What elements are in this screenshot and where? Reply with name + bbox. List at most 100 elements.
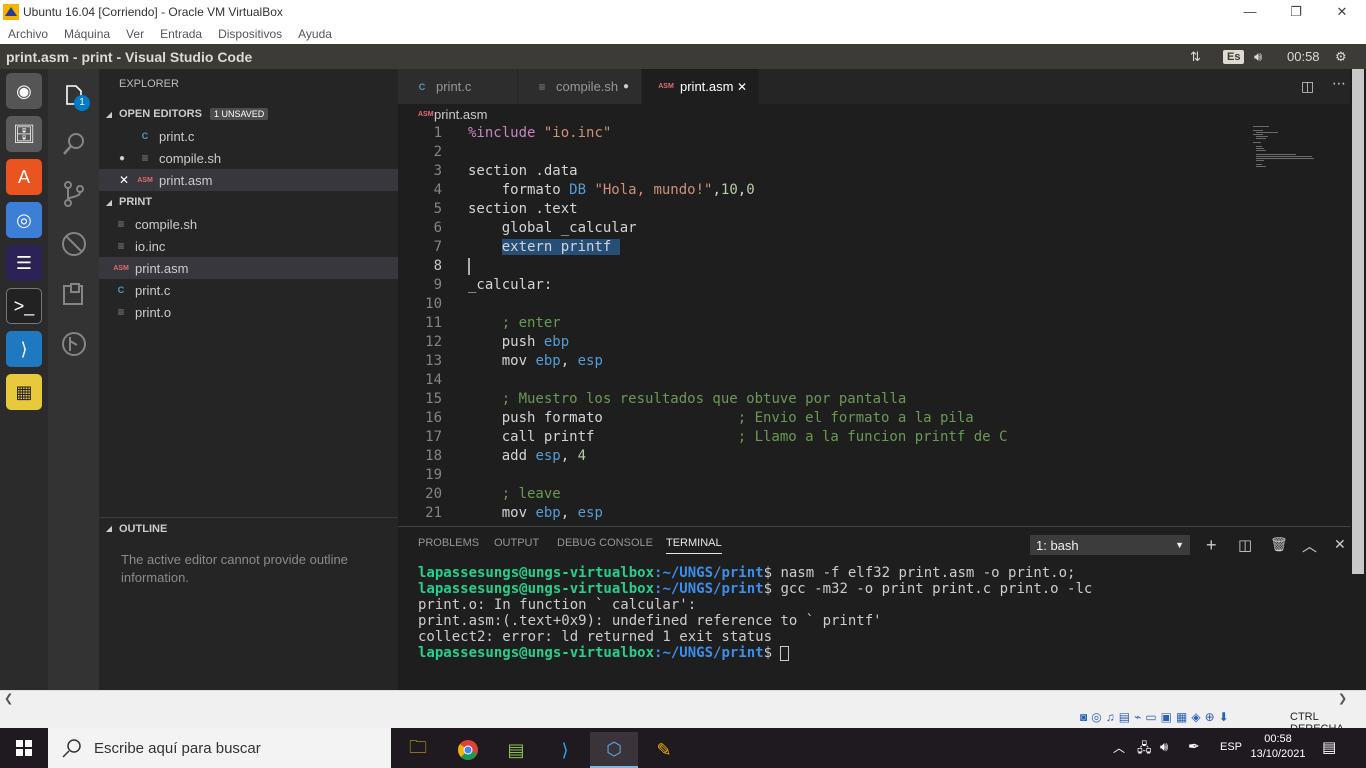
paint-icon[interactable]: ✎: [640, 732, 688, 768]
debug-icon[interactable]: [48, 219, 99, 269]
file-label: print.o: [135, 304, 172, 320]
cpu-icon[interactable]: ◈: [1191, 710, 1200, 724]
breadcrumb[interactable]: ASM print.asm: [398, 104, 1350, 124]
maximize-panel-icon[interactable]: ︿: [1302, 535, 1317, 556]
gear-icon[interactable]: ⚙: [1335, 44, 1347, 69]
notifications-icon[interactable]: ▤: [1322, 738, 1336, 756]
scroll-left-icon[interactable]: ❮: [4, 692, 13, 705]
open-editors-section[interactable]: ◢ OPEN EDITORS 1 UNSAVED: [99, 103, 398, 125]
search-icon[interactable]: [48, 119, 99, 169]
keyboard-capture-icon[interactable]: ⬇: [1219, 710, 1229, 724]
file-item[interactable]: ≡ compile.sh: [99, 213, 398, 235]
terminal-line: lapassesungs@ungs-virtualbox:~/UNGS/prin…: [418, 565, 1092, 581]
unsaved-dot-icon[interactable]: ●: [119, 153, 137, 164]
volume-icon[interactable]: 🔊︎: [1254, 44, 1262, 69]
trash-icon[interactable]: 🗑︎: [1270, 536, 1288, 553]
taskbar-search[interactable]: Escribe aquí para buscar: [48, 728, 391, 768]
volume-tray-icon[interactable]: 🔊︎: [1160, 739, 1168, 755]
recording-icon[interactable]: ▦: [1176, 710, 1187, 724]
start-button[interactable]: [0, 728, 48, 768]
chromium-icon[interactable]: ◎: [6, 202, 42, 238]
chart-app-icon[interactable]: ▤: [492, 732, 540, 768]
source-control-icon[interactable]: [48, 169, 99, 219]
file-explorer-icon[interactable]: 🗀︎: [394, 732, 442, 768]
display-icon[interactable]: ▣: [1161, 710, 1172, 724]
terminal-output[interactable]: lapassesungs@ungs-virtualbox:~/UNGS/prin…: [418, 565, 1092, 661]
audio-icon[interactable]: ♫: [1106, 710, 1115, 724]
split-editor-icon[interactable]: ◫: [1301, 78, 1314, 95]
menu-ver[interactable]: Ver: [126, 27, 144, 41]
mouse-integration-icon[interactable]: ⊕: [1205, 710, 1215, 724]
close-icon[interactable]: ✕: [737, 80, 747, 94]
tab-compile-sh[interactable]: ≡ compile.sh ●: [518, 69, 642, 104]
chevron-down-icon: ◢: [105, 197, 113, 207]
code-line: _calcular:: [468, 277, 553, 293]
git-history-icon[interactable]: [48, 319, 99, 369]
network-tray-icon[interactable]: 🖧︎: [1137, 739, 1152, 761]
outline-section[interactable]: ◢ OUTLINE: [99, 517, 398, 539]
more-actions-icon[interactable]: ⋯: [1332, 75, 1346, 92]
shell-file-icon: ≡: [117, 217, 125, 231]
pen-icon[interactable]: ✒: [1188, 738, 1200, 755]
open-editor-item[interactable]: ✕ ASM print.asm: [99, 169, 398, 191]
close-icon[interactable]: ✕: [119, 173, 137, 187]
software-center-icon[interactable]: A: [6, 159, 42, 195]
menu-archivo[interactable]: Archivo: [8, 27, 48, 41]
workspace-icon[interactable]: ▦: [6, 374, 42, 410]
maximize-button[interactable]: ❐: [1273, 0, 1319, 23]
tab-debug-console[interactable]: DEBUG CONSOLE: [557, 537, 653, 549]
close-panel-icon[interactable]: ✕: [1334, 536, 1346, 553]
language-indicator[interactable]: ESP: [1220, 741, 1242, 753]
vscode-icon[interactable]: ⟩: [6, 331, 42, 367]
menu-ayuda[interactable]: Ayuda: [298, 27, 332, 41]
ubuntu-launcher: ◉ 🗄︎ A ◎ ☰ >_ ⟩ ▦: [0, 69, 48, 690]
scroll-right-icon[interactable]: ❯: [1338, 692, 1347, 705]
scrollbar-thumb[interactable]: [1352, 69, 1364, 574]
device-indicators[interactable]: ◙ ◎ ♫ ▤ ⌁ ▭ ▣ ▦ ◈ ⊕ ⬇: [1080, 710, 1229, 724]
optical-drive-icon[interactable]: ◎: [1091, 710, 1101, 724]
chrome-icon[interactable]: [444, 732, 492, 768]
tab-problems[interactable]: PROBLEMS: [418, 537, 479, 549]
menu-entrada[interactable]: Entrada: [160, 27, 202, 41]
terminal-icon[interactable]: >_: [6, 288, 42, 324]
usb-icon[interactable]: ⌁: [1134, 710, 1141, 724]
explorer-icon[interactable]: 1: [48, 69, 99, 119]
tab-print-asm[interactable]: ASM print.asm ✕: [642, 69, 760, 104]
extensions-icon[interactable]: [48, 269, 99, 319]
close-button[interactable]: ✕: [1319, 0, 1365, 23]
shared-folder-icon[interactable]: ▭: [1145, 710, 1156, 724]
network-icon[interactable]: ▤: [1119, 710, 1130, 724]
open-editor-item[interactable]: C print.c: [99, 125, 398, 147]
network-sort-icon[interactable]: ⇅: [1190, 44, 1201, 69]
tab-terminal[interactable]: TERMINAL: [666, 537, 722, 554]
file-item[interactable]: ASM print.asm: [99, 257, 398, 279]
show-hidden-icons[interactable]: ︿: [1113, 739, 1125, 756]
new-terminal-icon[interactable]: +: [1206, 535, 1217, 556]
file-item[interactable]: C print.c: [99, 279, 398, 301]
code-editor[interactable]: 1 2 3 4 5 6 7 8 9 10 11 12 13 14 15 16 1…: [398, 124, 1248, 526]
split-terminal-icon[interactable]: ◫: [1238, 536, 1252, 554]
taskbar-clock[interactable]: 00:58 13/10/2021: [1250, 732, 1306, 762]
dash-icon[interactable]: ◉: [6, 73, 42, 109]
files-icon[interactable]: 🗄︎: [6, 116, 42, 152]
folder-section[interactable]: ◢ PRINT: [99, 191, 398, 213]
vertical-scrollbar[interactable]: [1350, 69, 1366, 690]
file-item[interactable]: ≡ print.o: [99, 301, 398, 323]
terminal-select[interactable]: 1: bash ▼: [1030, 535, 1190, 555]
tab-output[interactable]: OUTPUT: [494, 537, 539, 549]
minimap[interactable]: [1253, 124, 1333, 184]
minimize-button[interactable]: —: [1227, 0, 1273, 23]
horizontal-scrollbar[interactable]: ❮ ❯: [0, 690, 1366, 707]
file-item[interactable]: ≡ io.inc: [99, 235, 398, 257]
open-editor-item[interactable]: ● ≡ compile.sh: [99, 147, 398, 169]
tab-print-c[interactable]: C print.c: [398, 69, 518, 104]
virtualbox-taskbar-icon[interactable]: ⬡: [590, 732, 638, 768]
unsaved-dot-icon[interactable]: ●: [623, 81, 629, 92]
menu-dispositivos[interactable]: Dispositivos: [218, 27, 282, 41]
keyboard-indicator[interactable]: Es: [1223, 44, 1245, 69]
harddisk-icon[interactable]: ◙: [1080, 710, 1087, 724]
eclipse-icon[interactable]: ☰: [6, 245, 42, 281]
vscode-taskbar-icon[interactable]: ⟩: [541, 732, 589, 768]
clock[interactable]: 00:58: [1287, 44, 1320, 69]
menu-maquina[interactable]: Máquina: [64, 27, 110, 41]
